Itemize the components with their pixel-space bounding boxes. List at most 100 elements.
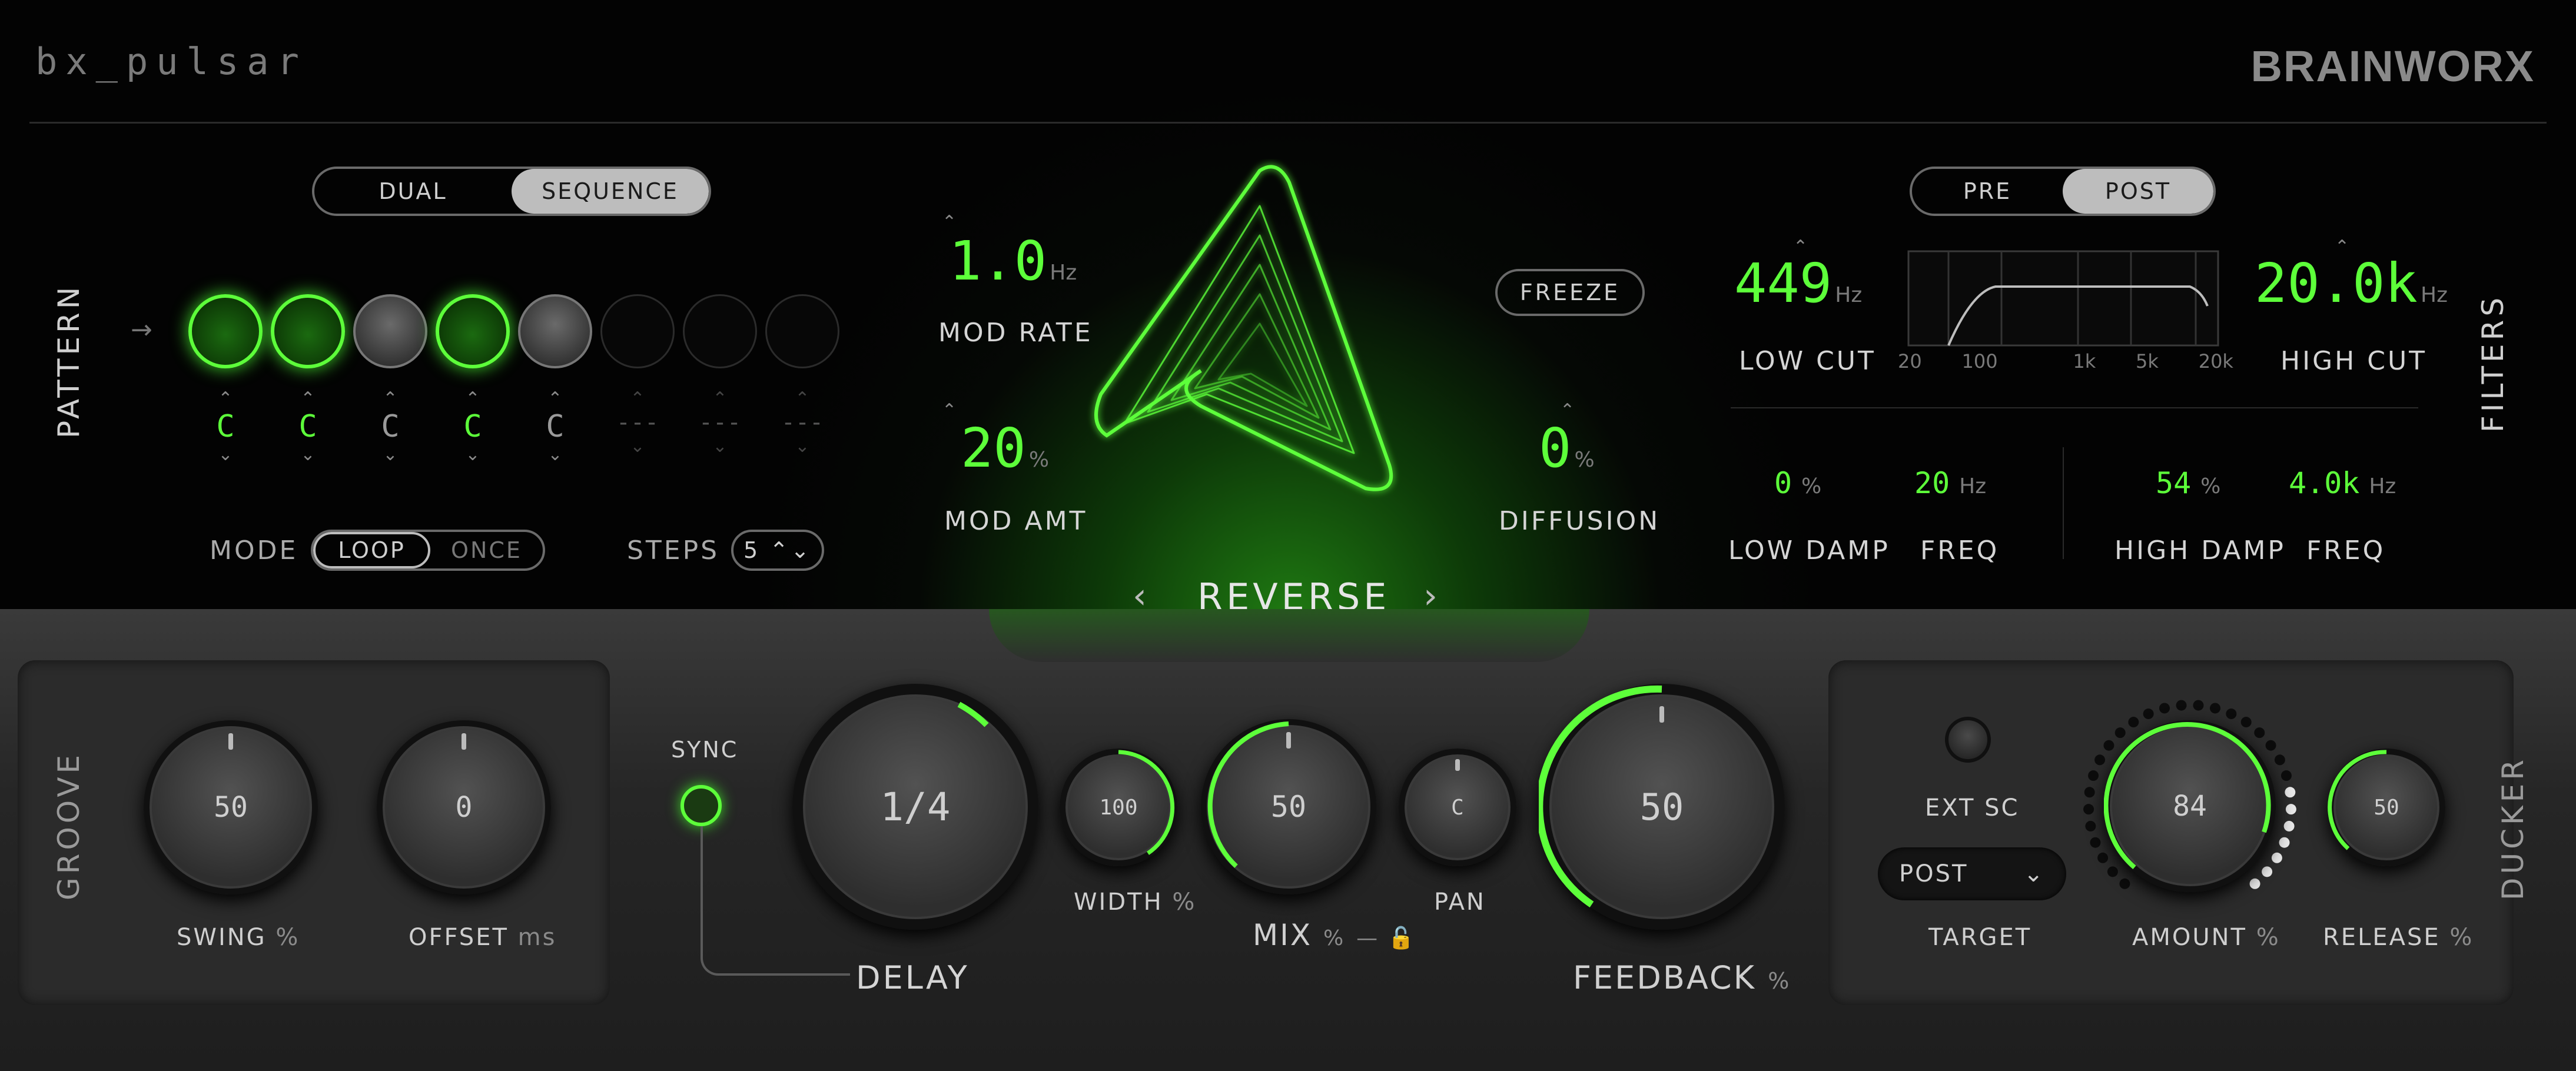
brand-logo: BRAINWORX [2250, 42, 2535, 91]
pattern-mode-toggle[interactable]: DUAL SEQUENCE [312, 167, 711, 216]
high-cut-unit: Hz [2421, 283, 2448, 307]
diffusion-unit: % [1574, 448, 1595, 472]
mod-amt-value: 20 [961, 417, 1026, 480]
step-4-value: C [463, 409, 482, 444]
mod-amt-label: MOD AMT [944, 506, 1088, 536]
tick-label: 1k [2073, 350, 2096, 372]
step-8[interactable] [765, 294, 839, 368]
chevron-down-icon[interactable]: ⌄ [765, 436, 839, 457]
tick-label: 5k [2136, 350, 2159, 372]
low-freq-readout[interactable]: 20 Hz [1914, 466, 1986, 500]
step-2-value: C [298, 409, 317, 444]
low-damp-value: 0 [1774, 466, 1792, 500]
once-option[interactable]: ONCE [430, 532, 543, 568]
steps-selector[interactable]: 5 ⌃⌄ [731, 530, 824, 571]
groove-section-label: GROOVE [52, 751, 86, 900]
low-cut-unit: Hz [1835, 283, 1863, 307]
mod-amt-unit: % [1028, 448, 1050, 472]
chevron-up-icon[interactable]: ⌃ [271, 388, 345, 409]
low-cut-readout[interactable]: 449 Hz [1734, 252, 1862, 315]
diffusion-value: 0 [1539, 417, 1572, 480]
chevron-up-icon[interactable]: ⌃ [600, 388, 675, 409]
release-label: RELEASE % [2323, 924, 2474, 951]
chevron-up-icon[interactable]: ⌃ [942, 400, 957, 421]
mod-rate-readout[interactable]: 1.0 Hz [949, 230, 1077, 292]
chevron-down-icon[interactable]: ⌄ [271, 444, 345, 465]
target-dropdown[interactable]: POST ⌄ [1878, 847, 2066, 900]
swing-unit: % [275, 924, 300, 951]
chevron-up-icon[interactable]: ⌃ [765, 388, 839, 409]
high-cut-value: 20.0k [2255, 252, 2418, 315]
chevron-down-icon[interactable]: ⌄ [518, 444, 592, 465]
mod-rate-value: 1.0 [949, 230, 1047, 292]
mix-lock-icon[interactable]: — 🔓 [1356, 926, 1416, 950]
high-freq-unit: Hz [2369, 474, 2396, 498]
high-freq-value: 4.0k [2289, 466, 2360, 500]
chevron-up-icon[interactable]: ⌃ [683, 388, 757, 409]
low-damp-readout[interactable]: 0 % [1774, 466, 1821, 500]
pattern-section-label: PATTERN [52, 283, 86, 438]
chevron-down-icon[interactable]: ⌄ [436, 444, 510, 465]
high-damp-unit: % [2200, 474, 2221, 498]
chevron-down-icon[interactable]: ⌄ [353, 444, 427, 465]
step-6[interactable] [600, 294, 675, 368]
mix-label: MIX % — 🔓 [1253, 918, 1416, 952]
ducker-section-label: DUCKER [2496, 756, 2530, 900]
step-values: ⌃ C ⌄ ⌃ C ⌄ ⌃ C ⌄ ⌃ C ⌄ ⌃ C ⌄ ⌃ --- ⌄ ⌃ --- ⌄ ⌃ --- ⌄ [188, 388, 839, 465]
chevron-down-icon[interactable]: ⌄ [600, 436, 675, 457]
width-arc [1118, 750, 1175, 855]
amount-dot [2083, 804, 2094, 815]
sequence-option[interactable]: SEQUENCE [512, 169, 709, 214]
sync-toggle[interactable] [680, 785, 722, 826]
amount-arc [2104, 722, 2271, 870]
loop-once-toggle[interactable]: LOOP ONCE [311, 530, 545, 571]
header-divider [29, 122, 2547, 124]
reverse-visual [1094, 165, 1393, 491]
tick-label: 20 [1898, 350, 1922, 372]
release-label-text: RELEASE [2323, 924, 2441, 951]
feedback-label-text: FEEDBACK [1573, 959, 1757, 996]
amount-dot [2085, 820, 2096, 831]
diffusion-readout[interactable]: 0 % [1539, 417, 1595, 480]
high-cut-readout[interactable]: 20.0k Hz [2255, 252, 2448, 315]
chevron-down-icon[interactable]: ⌄ [188, 444, 263, 465]
step-5-value: C [546, 409, 565, 444]
amount-label: AMOUNT % [2132, 924, 2280, 951]
ext-sc-button[interactable] [1945, 717, 1991, 763]
loop-option[interactable]: LOOP [313, 532, 430, 568]
chevron-down-icon[interactable]: ⌄ [683, 436, 757, 457]
amount-dot [2193, 700, 2204, 711]
freeze-button[interactable]: FREEZE [1495, 269, 1645, 316]
amount-dot [2285, 787, 2296, 798]
chevron-down-icon: ⌄ [2023, 860, 2045, 887]
step-6-value: --- [616, 409, 659, 436]
chevron-up-icon[interactable]: ⌃ [353, 388, 427, 409]
step-4[interactable] [436, 294, 510, 368]
pan-knob[interactable]: C [1399, 749, 1516, 866]
tick-label: 100 [1961, 350, 1998, 372]
amount-dot [2283, 820, 2295, 831]
step-3-value: C [381, 409, 400, 444]
high-freq-readout[interactable]: 4.0k Hz [2289, 466, 2396, 500]
swing-value: 50 [214, 791, 248, 824]
step-3[interactable] [353, 294, 427, 368]
chevron-up-icon[interactable]: ⌃ [518, 388, 592, 409]
chevron-up-icon[interactable]: ⌃ [188, 388, 263, 409]
width-label-text: WIDTH [1074, 889, 1163, 916]
amount-dot [2210, 703, 2221, 714]
offset-knob[interactable]: 0 [377, 720, 551, 894]
post-option[interactable]: POST [2063, 169, 2213, 214]
step-5[interactable] [518, 294, 592, 368]
high-damp-readout[interactable]: 54 % [2156, 466, 2220, 500]
step-1[interactable] [188, 294, 263, 368]
swing-knob[interactable]: 50 [144, 720, 318, 894]
pre-option[interactable]: PRE [1912, 169, 2063, 214]
dual-option[interactable]: DUAL [314, 169, 512, 214]
step-2[interactable] [271, 294, 345, 368]
release-arc [2328, 750, 2387, 850]
filter-position-toggle[interactable]: PRE POST [1910, 167, 2216, 216]
step-7[interactable] [683, 294, 757, 368]
swing-label-text: SWING [177, 924, 267, 951]
mod-amt-readout[interactable]: 20 % [961, 417, 1049, 480]
chevron-up-icon[interactable]: ⌃ [436, 388, 510, 409]
